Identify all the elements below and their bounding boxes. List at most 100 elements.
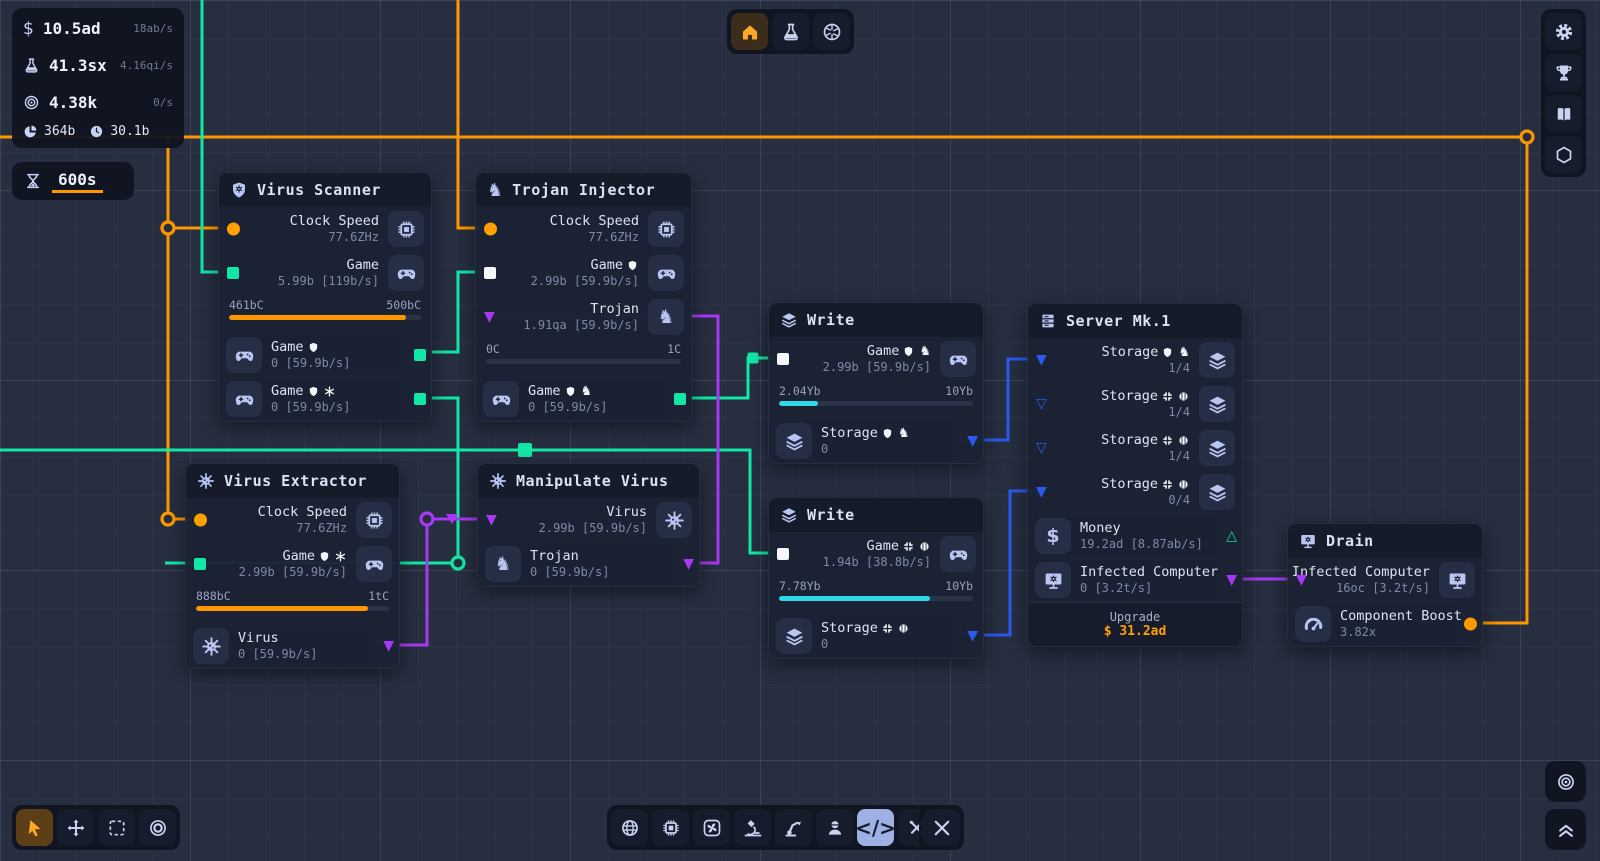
fan-icon bbox=[702, 818, 722, 838]
row-label: Money bbox=[1080, 520, 1121, 537]
cpu-icon bbox=[388, 211, 424, 247]
settings-button[interactable] bbox=[1545, 13, 1582, 50]
guide-button[interactable] bbox=[1545, 95, 1582, 132]
select-tool[interactable] bbox=[16, 809, 53, 846]
layers-icon bbox=[776, 423, 812, 459]
core-rate: 0/s bbox=[153, 96, 173, 109]
achievements-button[interactable] bbox=[1545, 54, 1582, 91]
upgrade-button[interactable]: Upgrade$ 31.2ad bbox=[1028, 602, 1242, 646]
row-value: 0 [59.9b/s] bbox=[271, 400, 350, 415]
node-header[interactable]: ♞Trojan Injector bbox=[476, 173, 691, 207]
globe-tab[interactable] bbox=[611, 809, 648, 846]
hexagon-button[interactable] bbox=[1545, 136, 1582, 173]
shield-tag-icon bbox=[882, 428, 894, 440]
virus-icon bbox=[197, 472, 215, 490]
node-title: Virus Extractor bbox=[224, 472, 367, 490]
progress-row: 888bC1tC bbox=[186, 586, 399, 624]
input-row-game: Game5.99b [119b/s] bbox=[219, 251, 431, 295]
output-port[interactable] bbox=[414, 349, 426, 361]
output-port[interactable]: ▼ bbox=[383, 639, 394, 653]
input-port[interactable] bbox=[227, 223, 240, 236]
node-header[interactable]: Manipulate Virus bbox=[478, 464, 699, 498]
robot-arm-tab[interactable] bbox=[775, 809, 812, 846]
input-port[interactable] bbox=[777, 353, 789, 365]
layers-icon bbox=[780, 311, 798, 329]
marquee-icon bbox=[107, 818, 127, 838]
bottom-center-toolbar: </> bbox=[607, 805, 939, 850]
input-port[interactable]: ▼ bbox=[484, 310, 495, 324]
input-port[interactable]: ▼ bbox=[1296, 573, 1307, 587]
node-header[interactable]: Virus Extractor bbox=[186, 464, 399, 498]
row-value: 0 [59.9b/s] bbox=[271, 356, 350, 371]
output-port[interactable] bbox=[1464, 618, 1477, 631]
node-header[interactable]: Write bbox=[769, 303, 983, 337]
output-port[interactable]: ▼ bbox=[967, 434, 978, 448]
hacker-tab[interactable] bbox=[816, 809, 853, 846]
output-row-game: Game0 [59.9b/s] bbox=[219, 377, 431, 421]
output-port[interactable] bbox=[414, 393, 426, 405]
shutter-button[interactable] bbox=[813, 13, 850, 50]
node-manipulate-virus[interactable]: Manipulate Virus▼Virus2.99b [59.9b/s]▼♞T… bbox=[477, 463, 700, 587]
input-port[interactable] bbox=[227, 267, 239, 279]
input-port[interactable] bbox=[484, 267, 496, 279]
node-header[interactable]: Server Mk.1 bbox=[1028, 304, 1242, 338]
collapse-button[interactable] bbox=[1545, 809, 1586, 850]
input-port[interactable]: ▼ bbox=[1036, 485, 1047, 499]
input-row-game: Game2.99b [59.9b/s] bbox=[476, 251, 691, 295]
row-label: Infected Computer bbox=[1292, 564, 1430, 581]
input-port[interactable] bbox=[194, 514, 207, 527]
gamepad-icon bbox=[483, 381, 519, 417]
marquee-tool[interactable] bbox=[98, 809, 135, 846]
move-tool[interactable] bbox=[57, 809, 94, 846]
input-port[interactable] bbox=[484, 223, 497, 236]
output-row-storage: ▼Storage0 bbox=[769, 614, 983, 658]
core-value: 4.38k bbox=[49, 93, 97, 112]
input-port[interactable]: ▽ bbox=[1036, 441, 1047, 455]
circle-tool[interactable] bbox=[139, 809, 176, 846]
upgrade-cost: $ 31.2ad bbox=[1104, 624, 1167, 639]
target-button[interactable] bbox=[1545, 761, 1586, 802]
row-value: 5.99b [119b/s] bbox=[278, 274, 379, 289]
node-virus-scanner[interactable]: Virus ScannerClock Speed77.6ZHzGame5.99b… bbox=[218, 172, 432, 422]
output-port[interactable]: ▼ bbox=[1226, 573, 1237, 587]
knight-icon: ♞ bbox=[648, 299, 684, 335]
clock-icon bbox=[89, 124, 104, 139]
input-row-storage: ▼Storage0/4 bbox=[1028, 470, 1242, 514]
chip-tab[interactable] bbox=[652, 809, 689, 846]
input-port[interactable] bbox=[777, 548, 789, 560]
output-port[interactable]: ▼ bbox=[967, 629, 978, 643]
input-row-game: Game♞2.99b [59.9b/s] bbox=[769, 337, 983, 381]
hourglass-icon bbox=[24, 172, 42, 190]
node-header[interactable]: Drain bbox=[1288, 524, 1482, 558]
row-value: 16oc [3.2t/s] bbox=[1336, 581, 1430, 596]
output-port[interactable] bbox=[674, 393, 686, 405]
node-trojan-injector[interactable]: ♞Trojan InjectorClock Speed77.6ZHzGame2.… bbox=[475, 172, 692, 422]
input-row-trojan: ▼Trojan1.91qa [59.9b/s]♞ bbox=[476, 295, 691, 339]
home-icon bbox=[740, 22, 760, 42]
node-header[interactable]: Virus Scanner bbox=[219, 173, 431, 207]
node-write-1[interactable]: WriteGame♞2.99b [59.9b/s]2.04Yb10Yb▼Stor… bbox=[768, 302, 984, 464]
output-port[interactable]: ▼ bbox=[683, 557, 694, 571]
node-write-2[interactable]: WriteGame1.94b [38.8b/s]7.78Yb10Yb▼Stora… bbox=[768, 497, 984, 659]
disc-tag-icon bbox=[898, 623, 910, 635]
row-label: Clock Speed bbox=[550, 213, 639, 230]
node-layer: Virus ScannerClock Speed77.6ZHzGame5.99b… bbox=[0, 0, 1600, 861]
output-port[interactable]: △ bbox=[1226, 529, 1237, 543]
home-button[interactable] bbox=[731, 13, 768, 50]
input-port[interactable] bbox=[194, 558, 206, 570]
node-drain[interactable]: Drain▼Infected Computer16oc [3.2t/s]Comp… bbox=[1287, 523, 1483, 647]
node-virus-extractor[interactable]: Virus ExtractorClock Speed77.6ZHzGame2.9… bbox=[185, 463, 400, 669]
edit-tools-button[interactable] bbox=[923, 809, 960, 846]
row-label: Game bbox=[867, 343, 900, 360]
node-server-mk1[interactable]: Server Mk.1▼Storage♞1/4▽Storage1/4▽Stora… bbox=[1027, 303, 1243, 647]
code-tab[interactable]: </> bbox=[857, 809, 894, 846]
input-port[interactable]: ▽ bbox=[1036, 397, 1047, 411]
resource-panel: $ 10.5ad 18ab/s 41.3sx 4.16qi/s 4.38k 0/… bbox=[12, 8, 184, 148]
research-button[interactable] bbox=[772, 13, 809, 50]
input-port[interactable]: ▼ bbox=[486, 513, 497, 527]
fan-tab[interactable] bbox=[693, 809, 730, 846]
microscope-tab[interactable] bbox=[734, 809, 771, 846]
input-port[interactable]: ▼ bbox=[1036, 353, 1047, 367]
node-header[interactable]: Write bbox=[769, 498, 983, 532]
shield-tag-icon bbox=[565, 386, 577, 398]
